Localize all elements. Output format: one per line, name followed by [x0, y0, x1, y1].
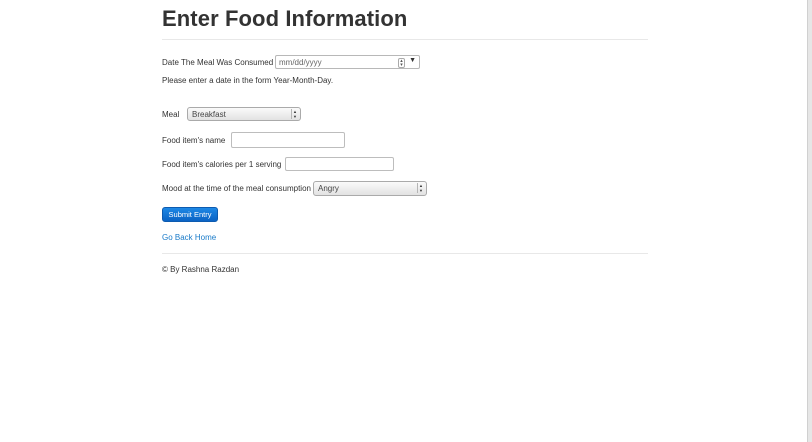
meal-select-value: Breakfast	[192, 109, 226, 119]
date-dropdown-icon[interactable]: ▼	[409, 57, 416, 64]
date-input[interactable]: mm/dd/yyyy ▴ ▾ ▼	[275, 55, 420, 69]
date-spinner-icon[interactable]: ▴ ▾	[398, 58, 405, 68]
select-arrows-icon: ▲ ▼	[291, 109, 298, 119]
mood-select[interactable]: Angry ▲ ▼	[313, 181, 427, 196]
calories-label: Food item's calories per 1 serving	[162, 160, 282, 169]
meal-select[interactable]: Breakfast ▲ ▼	[187, 107, 301, 121]
date-placeholder: mm/dd/yyyy	[279, 57, 322, 67]
select-arrows-icon: ▲ ▼	[417, 183, 424, 193]
footer-copyright: © By Rashna Razdan	[162, 265, 240, 274]
window-edge	[807, 0, 812, 442]
date-hint-row: Please enter a date in the form Year-Mon…	[162, 76, 333, 85]
meal-label: Meal	[162, 110, 180, 119]
go-back-home-link[interactable]: Go Back Home	[162, 233, 216, 242]
food-name-input[interactable]	[231, 132, 345, 148]
submit-entry-button[interactable]: Submit Entry	[162, 207, 218, 222]
date-row: Date The Meal Was Consumed	[162, 58, 273, 67]
food-name-row: Food item's name	[162, 136, 225, 145]
page-title: Enter Food Information	[162, 6, 408, 31]
date-label: Date The Meal Was Consumed	[162, 58, 274, 67]
footer-divider	[162, 253, 648, 254]
mood-label: Mood at the time of the meal consumption	[162, 184, 311, 193]
date-hint: Please enter a date in the form Year-Mon…	[162, 76, 334, 85]
header-divider	[162, 39, 648, 40]
calories-row: Food item's calories per 1 serving	[162, 160, 281, 169]
calories-input[interactable]	[285, 157, 394, 171]
mood-row: Mood at the time of the meal consumption	[162, 184, 311, 193]
meal-row: Meal	[162, 110, 179, 119]
food-name-label: Food item's name	[162, 136, 226, 145]
mood-select-value: Angry	[318, 184, 339, 193]
